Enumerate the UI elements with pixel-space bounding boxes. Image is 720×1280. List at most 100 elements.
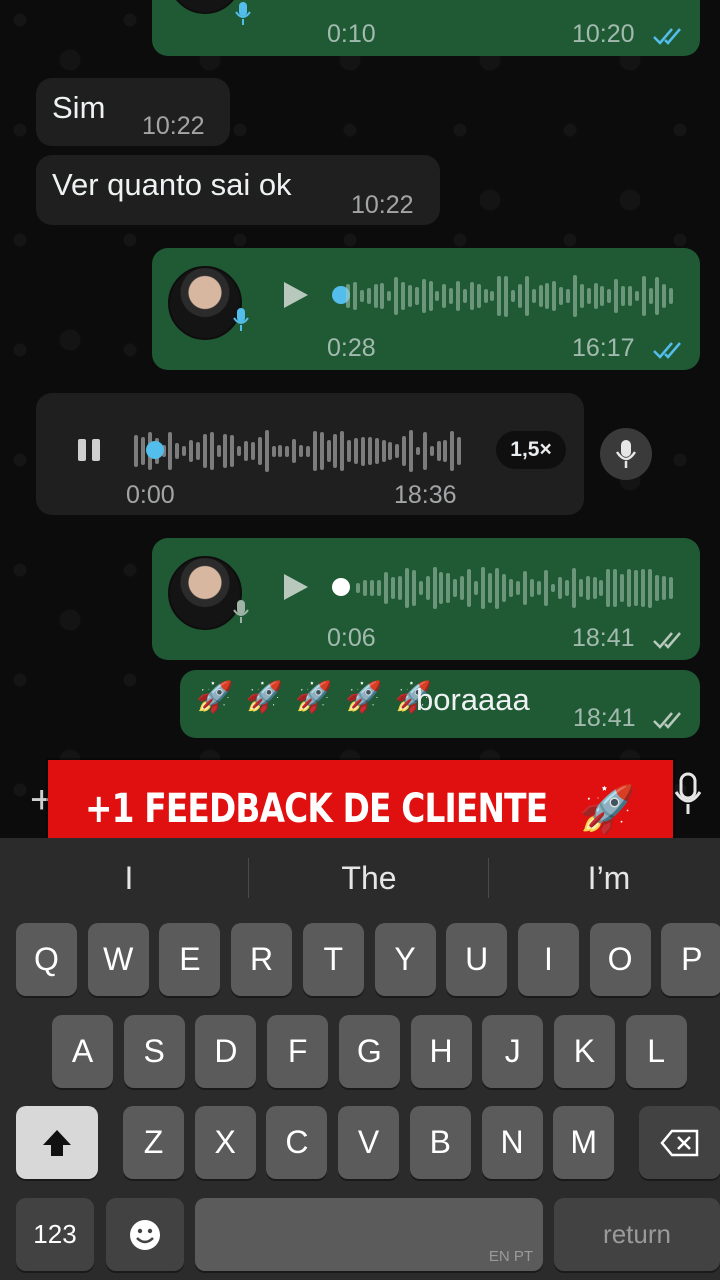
waveform-bar bbox=[641, 568, 646, 608]
waveform-bar bbox=[634, 290, 639, 302]
voice-message-outgoing[interactable]: 0:10 10:20 bbox=[152, 0, 700, 56]
waveform-bar bbox=[600, 286, 605, 306]
space-key[interactable]: EN PT bbox=[195, 1198, 543, 1271]
waveform-bar bbox=[572, 275, 577, 317]
divider bbox=[488, 858, 489, 898]
waveform-bar bbox=[662, 284, 667, 309]
mic-icon[interactable] bbox=[673, 772, 703, 816]
key-u[interactable]: U bbox=[446, 923, 508, 996]
playback-speed-button[interactable]: 1,5× bbox=[496, 431, 566, 469]
waveform-bar bbox=[517, 284, 522, 308]
waveform-bar bbox=[432, 567, 437, 609]
waveform-bar bbox=[168, 431, 173, 471]
key-s[interactable]: S bbox=[123, 1015, 185, 1088]
waveform-bar bbox=[613, 568, 618, 608]
key-v[interactable]: V bbox=[338, 1106, 400, 1179]
waveform-bar bbox=[599, 580, 604, 596]
key-a[interactable]: A bbox=[52, 1015, 113, 1088]
delivered-ticks-icon bbox=[653, 712, 681, 729]
waveform-bar bbox=[620, 573, 625, 603]
return-key[interactable]: return bbox=[554, 1198, 720, 1271]
key-r[interactable]: R bbox=[231, 923, 293, 996]
voice-mic-button[interactable] bbox=[600, 428, 652, 480]
waveform-bar bbox=[474, 581, 479, 595]
key-l[interactable]: L bbox=[625, 1015, 687, 1088]
key-b[interactable]: B bbox=[409, 1106, 471, 1179]
playback-dot[interactable] bbox=[332, 578, 350, 596]
message-time: 18:36 bbox=[394, 481, 457, 509]
pause-icon[interactable] bbox=[76, 437, 102, 463]
suggestion[interactable]: I’m bbox=[490, 848, 720, 908]
voice-message-outgoing[interactable]: 0:06 18:41 bbox=[152, 538, 700, 660]
waveform-bar bbox=[202, 433, 207, 469]
waveform-bar bbox=[579, 284, 584, 308]
waveform-bar bbox=[278, 444, 283, 458]
waveform-bar bbox=[592, 576, 597, 600]
mic-icon bbox=[615, 440, 637, 468]
key-o[interactable]: O bbox=[589, 923, 651, 996]
waveform-bar bbox=[511, 289, 515, 303]
waveform-bar bbox=[411, 569, 416, 607]
mic-badge-icon bbox=[233, 308, 249, 331]
key-j[interactable]: J bbox=[482, 1015, 544, 1088]
waveform[interactable] bbox=[134, 429, 464, 473]
key-n[interactable]: N bbox=[481, 1106, 543, 1179]
key-y[interactable]: Y bbox=[374, 923, 436, 996]
key-d[interactable]: D bbox=[195, 1015, 257, 1088]
key-x[interactable]: X bbox=[194, 1106, 256, 1179]
delete-key[interactable] bbox=[639, 1106, 720, 1179]
rocket-emoji: 🚀 bbox=[578, 782, 637, 835]
mic-badge-icon bbox=[233, 600, 249, 623]
waveform[interactable] bbox=[356, 566, 676, 610]
key-g[interactable]: G bbox=[338, 1015, 400, 1088]
waveform-bar bbox=[401, 282, 405, 311]
emoji-key[interactable] bbox=[106, 1198, 184, 1271]
chat-area: 0:10 10:20 Sim 10:22 Ver quanto sai ok 1… bbox=[0, 0, 720, 838]
waveform-bar bbox=[497, 276, 502, 316]
waveform-bar bbox=[182, 446, 187, 456]
waveform-bar bbox=[564, 579, 569, 597]
banner-text: +1 FEEDBACK DE CLIENTE bbox=[84, 786, 548, 832]
play-icon[interactable] bbox=[280, 280, 310, 310]
voice-message-incoming[interactable]: 1,5× 0:00 18:36 bbox=[36, 393, 584, 515]
waveform-bar bbox=[543, 570, 548, 606]
key-h[interactable]: H bbox=[410, 1015, 472, 1088]
waveform[interactable] bbox=[346, 274, 676, 318]
key-k[interactable]: K bbox=[553, 1015, 615, 1088]
key-t[interactable]: T bbox=[302, 923, 364, 996]
waveform-bar bbox=[606, 569, 611, 607]
message-incoming[interactable]: Ver quanto sai ok 10:22 bbox=[36, 155, 440, 225]
key-m[interactable]: M bbox=[553, 1106, 615, 1179]
message-outgoing[interactable]: 🚀 🚀 🚀 🚀 🚀 boraaaa 18:41 bbox=[180, 670, 700, 738]
playback-dot[interactable] bbox=[146, 441, 164, 459]
waveform-bar bbox=[397, 575, 402, 601]
rocket-emojis: 🚀 🚀 🚀 🚀 🚀 bbox=[196, 681, 435, 714]
key-i[interactable]: I bbox=[517, 923, 579, 996]
waveform-bar bbox=[394, 277, 399, 315]
play-icon[interactable] bbox=[280, 572, 310, 602]
waveform-bar bbox=[292, 438, 297, 464]
waveform-bar bbox=[481, 567, 486, 609]
message-time: 10:22 bbox=[351, 191, 414, 219]
waveform-bar bbox=[352, 282, 357, 310]
waveform-bar bbox=[319, 431, 324, 471]
key-z[interactable]: Z bbox=[123, 1106, 184, 1179]
avatar bbox=[168, 266, 242, 340]
shift-key[interactable] bbox=[16, 1106, 98, 1179]
voice-message-outgoing[interactable]: 0:28 16:17 bbox=[152, 248, 700, 370]
waveform-bar bbox=[356, 583, 360, 593]
key-p[interactable]: P bbox=[661, 923, 720, 996]
suggestion[interactable]: The bbox=[250, 848, 488, 908]
numbers-key[interactable]: 123 bbox=[16, 1198, 94, 1271]
voice-position: 0:00 bbox=[126, 481, 175, 509]
message-incoming[interactable]: Sim 10:22 bbox=[36, 78, 230, 146]
waveform-bar bbox=[388, 442, 393, 460]
key-c[interactable]: C bbox=[266, 1106, 328, 1179]
suggestion[interactable]: I bbox=[10, 848, 248, 908]
keyboard: I The I’m QWERTYUIOP ASDFGHJKL ZXCVBNM 1… bbox=[0, 838, 720, 1280]
key-e[interactable]: E bbox=[159, 923, 221, 996]
message-time: 10:20 bbox=[572, 20, 635, 48]
key-w[interactable]: W bbox=[87, 923, 149, 996]
key-q[interactable]: Q bbox=[16, 923, 77, 996]
key-f[interactable]: F bbox=[267, 1015, 329, 1088]
